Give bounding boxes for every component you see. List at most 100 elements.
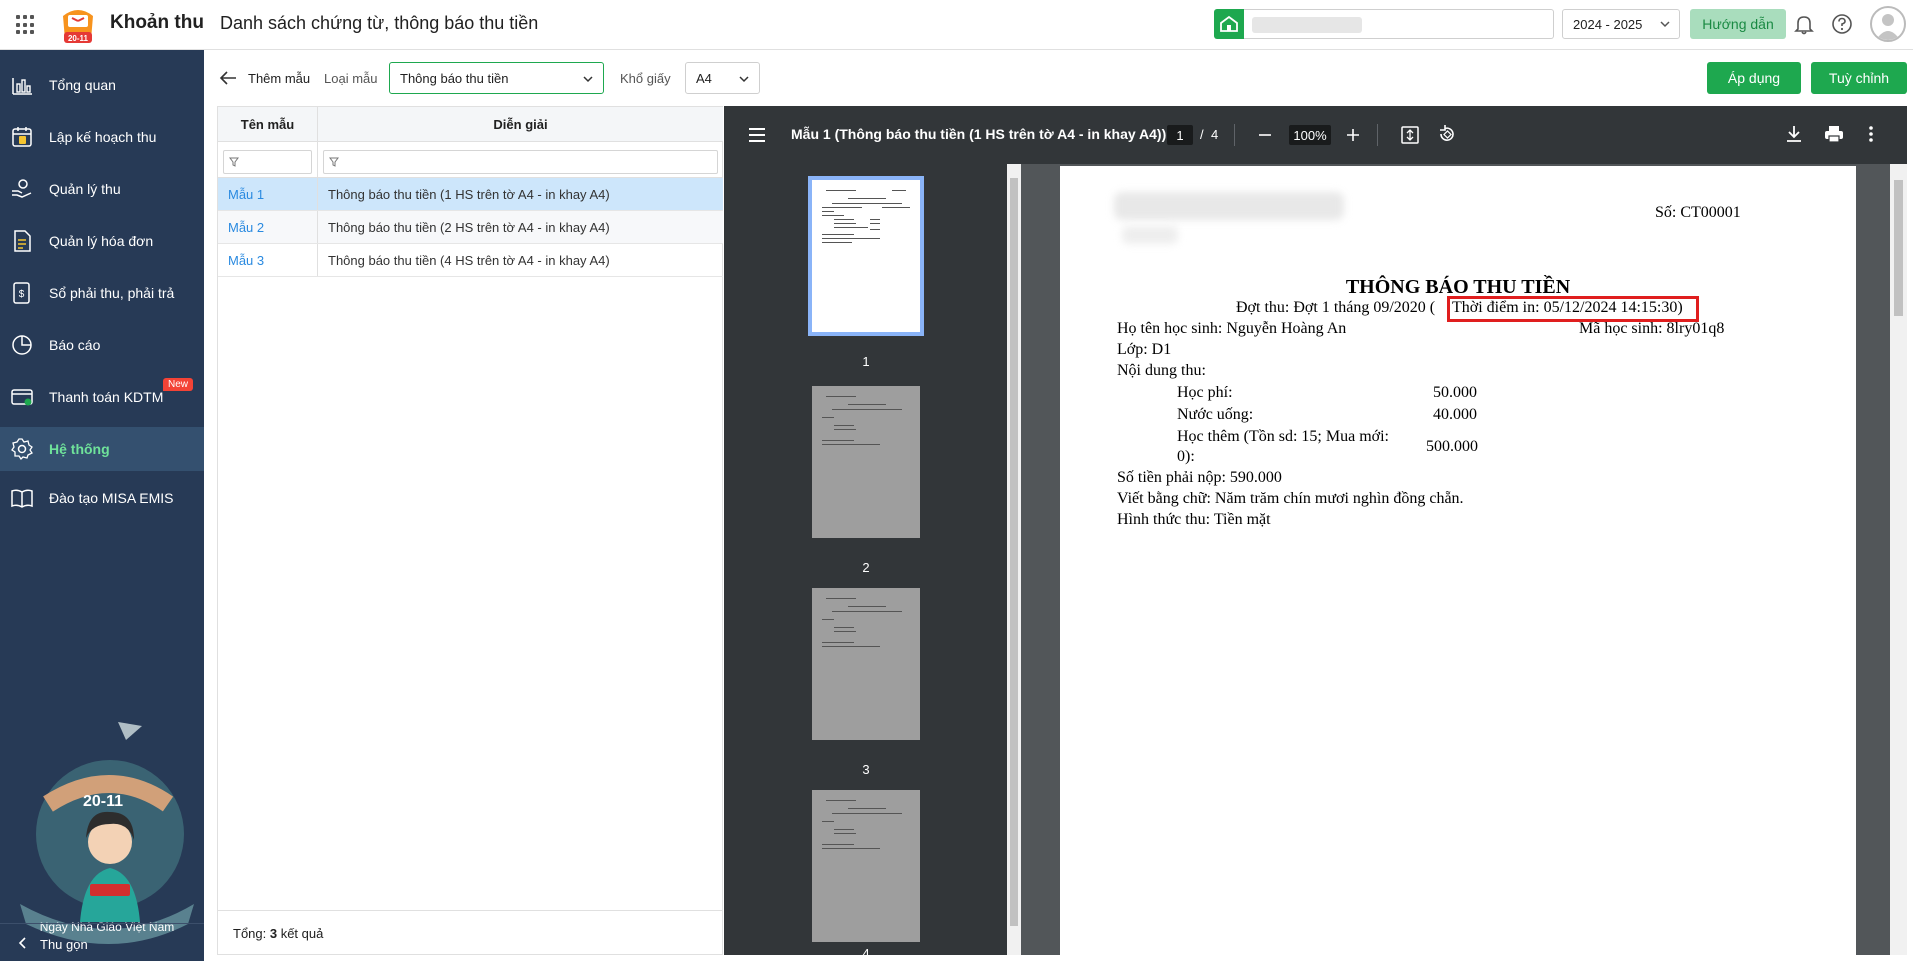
top-bar: 20-11 Khoản thu Danh sách chứng từ, thôn… xyxy=(0,0,1913,50)
school-name-redacted xyxy=(1252,17,1362,33)
school-year-value: 2024 - 2025 xyxy=(1573,17,1643,32)
sidebar-item-overview[interactable]: Tổng quan xyxy=(0,63,204,107)
thumbnail-panel: 1 2 3 4 xyxy=(724,164,1009,955)
sidebar-item-label: Hệ thống xyxy=(49,441,110,457)
page-thumbnail[interactable] xyxy=(808,176,924,336)
sidebar-item-reports[interactable]: Báo cáo xyxy=(0,323,204,367)
fit-page-icon[interactable] xyxy=(1401,126,1419,144)
sidebar-item-system[interactable]: Hệ thống xyxy=(0,427,204,471)
table-row[interactable]: Mẫu 1 Thông báo thu tiền (1 HS trên tờ A… xyxy=(218,178,723,211)
amount-in-words: Viết bằng chữ: Năm trăm chín mươi nghìn … xyxy=(1117,490,1464,507)
sidebar-item-training[interactable]: Đào tạo MISA EMIS xyxy=(0,476,204,520)
sidebar-item-label: Báo cáo xyxy=(49,337,101,353)
new-badge: New xyxy=(163,378,194,391)
fee-amount: 500.000 xyxy=(1426,438,1478,455)
school-button[interactable] xyxy=(1214,9,1244,39)
student-code: Mã học sinh: 8lry01q8 xyxy=(1579,320,1725,337)
school-logo-redacted xyxy=(1114,192,1344,220)
page-thumbnail[interactable] xyxy=(812,790,920,942)
template-type-value: Thông báo thu tiền xyxy=(400,71,509,86)
page-scrollbar[interactable] xyxy=(1890,164,1907,955)
zoom-level-input[interactable]: 100% xyxy=(1289,125,1331,145)
page-thumbnail[interactable] xyxy=(812,588,920,740)
description-filter-input[interactable] xyxy=(323,150,718,174)
calendar-money-icon xyxy=(12,127,32,147)
column-header-description: Diễn giải xyxy=(318,107,723,142)
invoice-icon xyxy=(14,230,31,252)
ledger-icon: $ xyxy=(13,282,30,304)
hand-coin-icon xyxy=(12,179,32,198)
add-template-label[interactable]: Thêm mẫu xyxy=(248,71,310,86)
total-count: 3 xyxy=(269,926,278,941)
guide-button[interactable]: Hướng dẫn xyxy=(1690,9,1786,39)
chevron-down-icon xyxy=(583,76,593,83)
sidebar-item-label: Quản lý thu xyxy=(49,181,121,197)
zoom-out-icon[interactable] xyxy=(1258,124,1272,146)
page-separator: / xyxy=(1200,127,1204,142)
logo-text: 20-11 xyxy=(68,34,89,43)
user-icon xyxy=(1876,14,1900,40)
template-description: Thông báo thu tiền (2 HS trên tờ A4 - in… xyxy=(328,220,610,235)
sidebar-item-cashless[interactable]: Thanh toán KDTM New xyxy=(0,375,204,419)
fee-name: Nước uống: xyxy=(1177,406,1254,423)
teachers-day-mascot: 20-11 Ngày Nhà Giáo Việt Nam xyxy=(20,722,194,944)
paper-size-select[interactable]: A4 xyxy=(685,62,760,94)
sidebar-item-collections[interactable]: Quản lý thu xyxy=(0,167,204,211)
page-title: Danh sách chứng từ, thông báo thu tiền xyxy=(220,13,539,33)
template-description: Thông báo thu tiền (4 HS trên tờ A4 - in… xyxy=(328,253,610,268)
sidebar-item-ledger[interactable]: $ Sổ phải thu, phải trả xyxy=(0,271,204,315)
table-footer: Tổng: 3 kết quả xyxy=(218,910,723,954)
template-name[interactable]: Mẫu 2 xyxy=(218,211,318,243)
school-year-select[interactable]: 2024 - 2025 xyxy=(1562,9,1680,39)
sidebar-item-label: Quản lý hóa đơn xyxy=(49,233,154,249)
sidebar-item-plan[interactable]: Lập kế hoạch thu xyxy=(0,115,204,159)
template-type-label: Loại mẫu xyxy=(324,71,378,86)
sidebar-item-label: Lập kế hoạch thu xyxy=(49,129,157,145)
thumbnail-scrollbar[interactable] xyxy=(1007,164,1021,955)
template-description: Thông báo thu tiền (1 HS trên tờ A4 - in… xyxy=(328,187,610,202)
collapse-label: Thu gọn xyxy=(40,937,88,952)
table-row[interactable]: Mẫu 3 Thông báo thu tiền (4 HS trên tờ A… xyxy=(218,244,723,277)
sidebar: Tổng quan Lập kế hoạch thu Quản lý thu Q… xyxy=(0,50,204,961)
more-vertical-icon[interactable] xyxy=(1867,124,1875,144)
filter-icon xyxy=(329,157,339,167)
current-page-input[interactable]: 1 xyxy=(1167,125,1193,145)
fee-name: Học thêm (Tồn sd: 15; Mua mới: xyxy=(1177,428,1389,445)
toolbar-divider xyxy=(1234,124,1235,146)
school-selector[interactable] xyxy=(1244,9,1554,39)
sidebar-item-invoices[interactable]: Quản lý hóa đơn xyxy=(0,219,204,263)
back-arrow-icon[interactable] xyxy=(218,68,238,88)
avatar[interactable] xyxy=(1870,6,1906,42)
page-thumbnail[interactable] xyxy=(812,386,920,538)
pdf-page: Số: CT00001 THÔNG BÁO THU TIỀN Đợt thu: … xyxy=(1060,166,1856,955)
filter-row xyxy=(218,142,723,178)
zoom-in-icon[interactable] xyxy=(1346,121,1360,149)
chevron-left-icon xyxy=(18,937,26,949)
total-amount: Số tiền phải nộp: 590.000 xyxy=(1117,469,1282,486)
bell-icon[interactable] xyxy=(1793,13,1815,35)
content-label: Nội dung thu: xyxy=(1117,362,1206,379)
customize-button[interactable]: Tuỳ chỉnh xyxy=(1811,62,1907,94)
apply-button[interactable]: Áp dụng xyxy=(1707,62,1801,94)
help-icon[interactable] xyxy=(1831,13,1853,35)
collapse-button[interactable]: Thu gọn xyxy=(0,923,204,961)
template-type-select[interactable]: Thông báo thu tiền xyxy=(389,62,604,94)
template-name[interactable]: Mẫu 1 xyxy=(218,178,318,210)
thumbnail-number: 3 xyxy=(862,762,870,777)
pdf-title: Mẫu 1 (Thông báo thu tiền (1 HS trên tờ … xyxy=(791,126,1167,142)
print-icon[interactable] xyxy=(1824,124,1844,144)
menu-icon[interactable] xyxy=(748,127,766,143)
apps-grid-icon[interactable] xyxy=(16,15,36,35)
pdf-viewer: Mẫu 1 (Thông báo thu tiền (1 HS trên tờ … xyxy=(724,106,1907,955)
table-row[interactable]: Mẫu 2 Thông báo thu tiền (2 HS trên tờ A… xyxy=(218,211,723,244)
template-name[interactable]: Mẫu 3 xyxy=(218,244,318,276)
name-filter-input[interactable] xyxy=(223,150,312,174)
rotate-icon[interactable] xyxy=(1437,124,1457,144)
column-header-name: Tên mẫu xyxy=(218,107,318,142)
sidebar-item-label: Thanh toán KDTM xyxy=(49,389,164,405)
paper-size-label: Khổ giấy xyxy=(620,71,671,86)
school-icon xyxy=(1220,15,1238,32)
download-icon[interactable] xyxy=(1785,124,1803,144)
filter-icon xyxy=(229,157,239,167)
gear-icon xyxy=(11,438,33,461)
